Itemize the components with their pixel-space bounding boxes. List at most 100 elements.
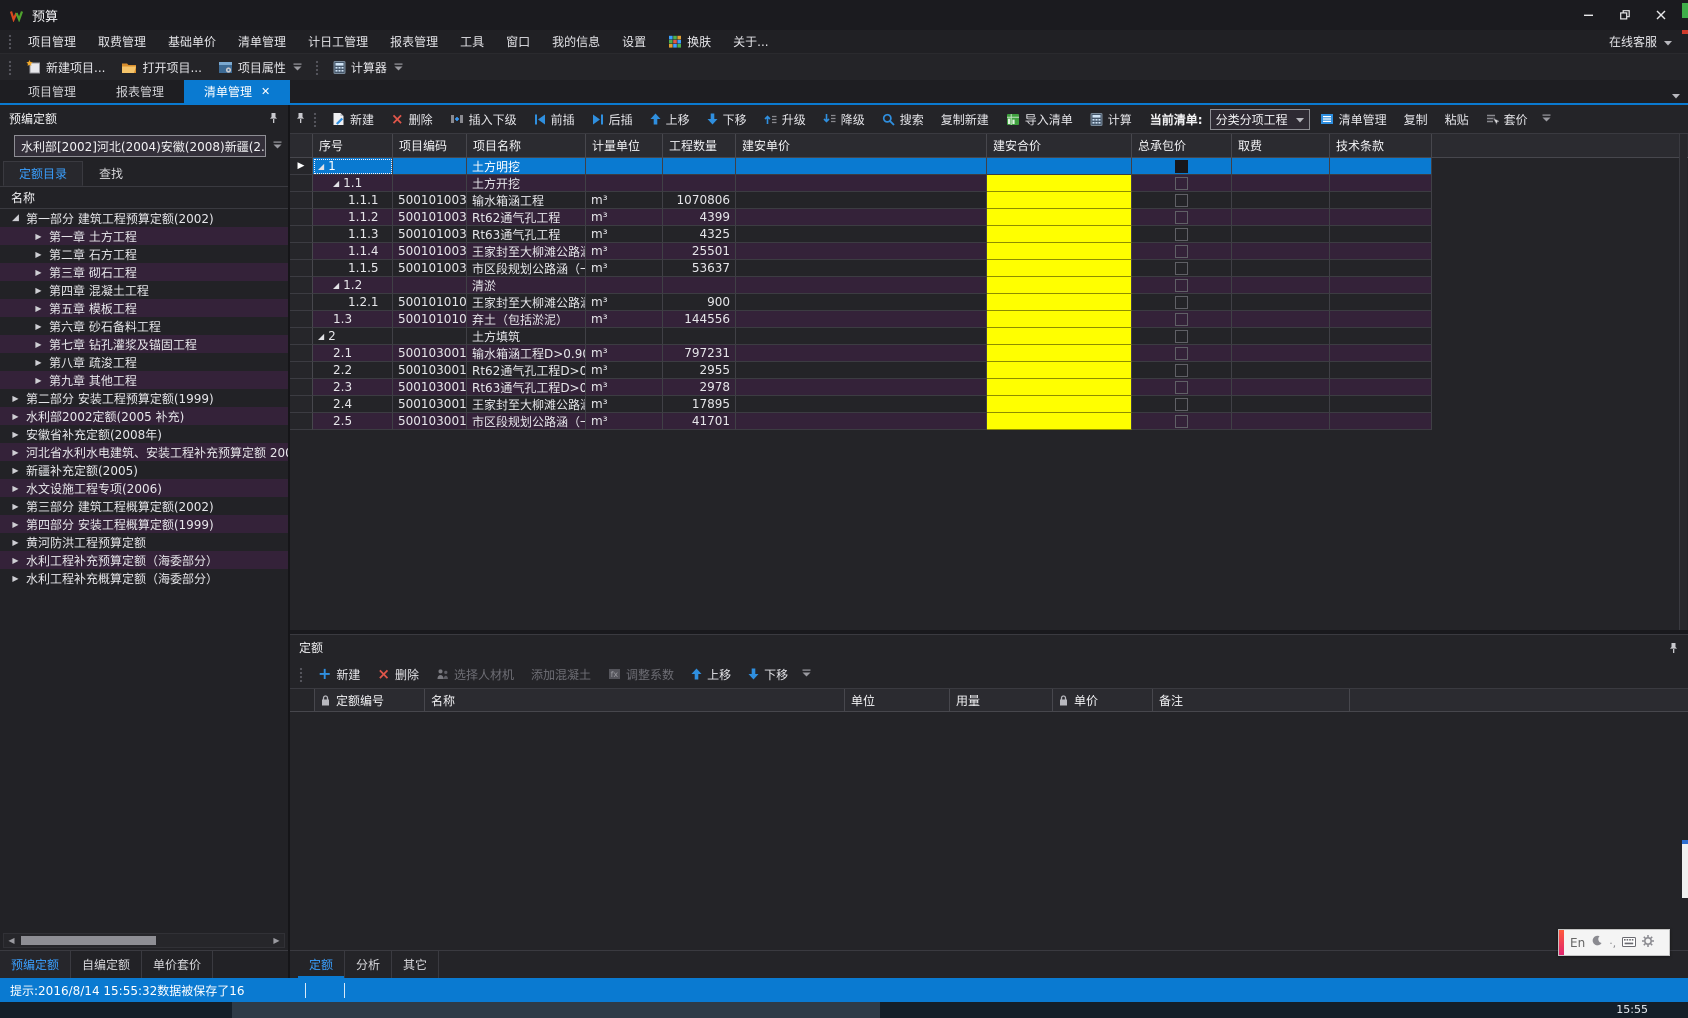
tree-item[interactable]: ▶第二章 石方工程	[0, 245, 288, 263]
gear-icon[interactable]	[1642, 935, 1654, 950]
column-header[interactable]: 计量单位	[586, 134, 663, 158]
expanded-arrow-icon[interactable]: ◢	[318, 332, 324, 341]
cell-unit-price[interactable]	[736, 396, 987, 413]
collapsed-arrow-icon[interactable]: ▶	[33, 286, 44, 295]
cell-unit[interactable]	[586, 158, 663, 175]
cell-unit-price[interactable]	[736, 328, 987, 345]
horizontal-scrollbar[interactable]: ◀ ▶	[3, 933, 285, 948]
cell-code[interactable]: 500103001003	[393, 379, 467, 396]
scrollbar-thumb[interactable]	[21, 936, 156, 945]
tab-quota-catalog[interactable]: 定额目录	[3, 161, 83, 186]
collapsed-arrow-icon[interactable]: ▶	[33, 250, 44, 259]
calculator-button[interactable]: 计算器	[326, 56, 410, 78]
row-indicator[interactable]	[290, 175, 313, 192]
table-row[interactable]: 1.1.5500101003005市区段规划公路涵（一）m³53637	[290, 260, 1432, 277]
tree-item[interactable]: ▶水利工程补充预算定额（海委部分）	[0, 551, 288, 569]
cell-name[interactable]: 王家封至大柳滩公路涵工程	[467, 243, 586, 260]
cell-sn[interactable]: ◢1.1	[313, 175, 393, 192]
cell-tech-terms[interactable]	[1330, 294, 1432, 311]
tab-preset-quota[interactable]: 预编定额	[0, 951, 71, 978]
cell-fee[interactable]	[1232, 209, 1330, 226]
cell-sn[interactable]: 2.5	[313, 413, 393, 430]
cell-code[interactable]	[393, 328, 467, 345]
cell-quantity[interactable]: 53637	[663, 260, 736, 277]
tree-item[interactable]: ▶河北省水利水电建筑、安装工程补充预算定额 2004	[0, 443, 288, 461]
cell-total-price[interactable]	[987, 294, 1132, 311]
cell-quantity[interactable]: 17895	[663, 396, 736, 413]
cell-sn[interactable]: 1.1.5	[313, 260, 393, 277]
cell-sn[interactable]: ◢2	[313, 328, 393, 345]
tree-item[interactable]: ▶第四章 混凝土工程	[0, 281, 288, 299]
cell-code[interactable]: 500101003002	[393, 209, 467, 226]
cell-quantity[interactable]: 2955	[663, 362, 736, 379]
contract-checkbox[interactable]	[1175, 279, 1188, 292]
cell-tech-terms[interactable]	[1330, 243, 1432, 260]
cell-fee[interactable]	[1232, 362, 1330, 379]
cell-sn[interactable]: 1.1.2	[313, 209, 393, 226]
ime-language-bar[interactable]: En ·,	[1558, 929, 1670, 956]
quota-new-button[interactable]: +新建	[311, 663, 367, 685]
tab-list-mgmt[interactable]: 清单管理✕	[184, 80, 290, 103]
table-row[interactable]: ◢1.1 土方开挖	[290, 175, 1432, 192]
cell-sn[interactable]: 1.3	[313, 311, 393, 328]
collapsed-arrow-icon[interactable]: ▶	[33, 304, 44, 313]
move-up-button[interactable]: 上移	[643, 108, 697, 130]
dropdown-arrow-icon[interactable]	[293, 63, 302, 72]
row-indicator[interactable]	[290, 226, 313, 243]
cell-name[interactable]: Rt62通气孔工程	[467, 209, 586, 226]
column-header[interactable]: 建安单价	[736, 134, 987, 158]
scroll-right-icon[interactable]: ▶	[269, 936, 284, 945]
cell-tech-terms[interactable]	[1330, 158, 1432, 175]
toolbar-grip[interactable]	[8, 34, 13, 49]
table-row[interactable]: 2.3500103001003Rt63通气孔工程D>0.90m³2978	[290, 379, 1432, 396]
tree-item[interactable]: ▶安徽省补充定额(2008年)	[0, 425, 288, 443]
contract-checkbox[interactable]	[1175, 381, 1188, 394]
cell-name[interactable]: 土方开挖	[467, 175, 586, 192]
contract-checkbox[interactable]	[1175, 313, 1188, 326]
cell-quantity[interactable]: 900	[663, 294, 736, 311]
contract-checkbox[interactable]	[1175, 228, 1188, 241]
quota-source-select[interactable]: 水利部[2002]河北(2004)安徽(2008)新疆(2...	[14, 135, 266, 157]
tree-item[interactable]: ▶第三章 砌石工程	[0, 263, 288, 281]
contract-checkbox[interactable]	[1175, 160, 1188, 173]
cell-unit-price[interactable]	[736, 175, 987, 192]
row-indicator[interactable]	[290, 379, 313, 396]
row-indicator[interactable]	[290, 362, 313, 379]
insert-child-button[interactable]: 插入下级	[443, 108, 524, 130]
cell-unit-price[interactable]	[736, 192, 987, 209]
search-button[interactable]: 搜索	[875, 108, 931, 130]
tab-custom-quota[interactable]: 自编定额	[71, 951, 142, 978]
cell-sn[interactable]: 2.2	[313, 362, 393, 379]
cell-contract-price[interactable]	[1132, 209, 1232, 226]
cell-quantity[interactable]	[663, 277, 736, 294]
tree-item[interactable]: ▶第四部分 安装工程概算定额(1999)	[0, 515, 288, 533]
quota-column-header[interactable]: 备注	[1153, 689, 1350, 712]
cell-quantity[interactable]	[663, 175, 736, 192]
cell-sn[interactable]: 2.1	[313, 345, 393, 362]
cell-name[interactable]: 土方填筑	[467, 328, 586, 345]
tree-item[interactable]: ▶新疆补充定额(2005)	[0, 461, 288, 479]
contract-checkbox[interactable]	[1175, 262, 1188, 275]
quota-move-down-button[interactable]: 下移	[741, 663, 795, 685]
calculate-button[interactable]: 计算	[1083, 108, 1139, 130]
list-manage-button[interactable]: 清单管理	[1313, 108, 1394, 130]
cell-name[interactable]: 市区段规划公路涵（一）...	[467, 413, 586, 430]
table-row[interactable]: 1.2.1500101010001王家封至大柳滩公路涵工程m³900	[290, 294, 1432, 311]
row-indicator[interactable]	[290, 209, 313, 226]
column-header[interactable]: 工程数量	[663, 134, 736, 158]
cell-unit[interactable]: m³	[586, 226, 663, 243]
new-item-button[interactable]: 新建	[325, 108, 381, 130]
cell-unit-price[interactable]	[736, 294, 987, 311]
menu-project-mgmt[interactable]: 项目管理	[17, 30, 87, 53]
toolbar-overflow-button[interactable]	[802, 667, 811, 681]
current-list-select[interactable]: 分类分项工程	[1210, 109, 1310, 130]
cell-unit-price[interactable]	[736, 413, 987, 430]
quota-column-header[interactable]: 单位	[845, 689, 950, 712]
tree-item[interactable]: ▶第一章 土方工程	[0, 227, 288, 245]
vertical-scrollbar[interactable]	[1679, 134, 1687, 630]
cell-sn[interactable]: 1.1.4	[313, 243, 393, 260]
insert-after-button[interactable]: 后插	[585, 108, 640, 130]
project-properties-button[interactable]: 项目属性	[211, 56, 309, 78]
contract-checkbox[interactable]	[1175, 415, 1188, 428]
cell-unit[interactable]: m³	[586, 294, 663, 311]
